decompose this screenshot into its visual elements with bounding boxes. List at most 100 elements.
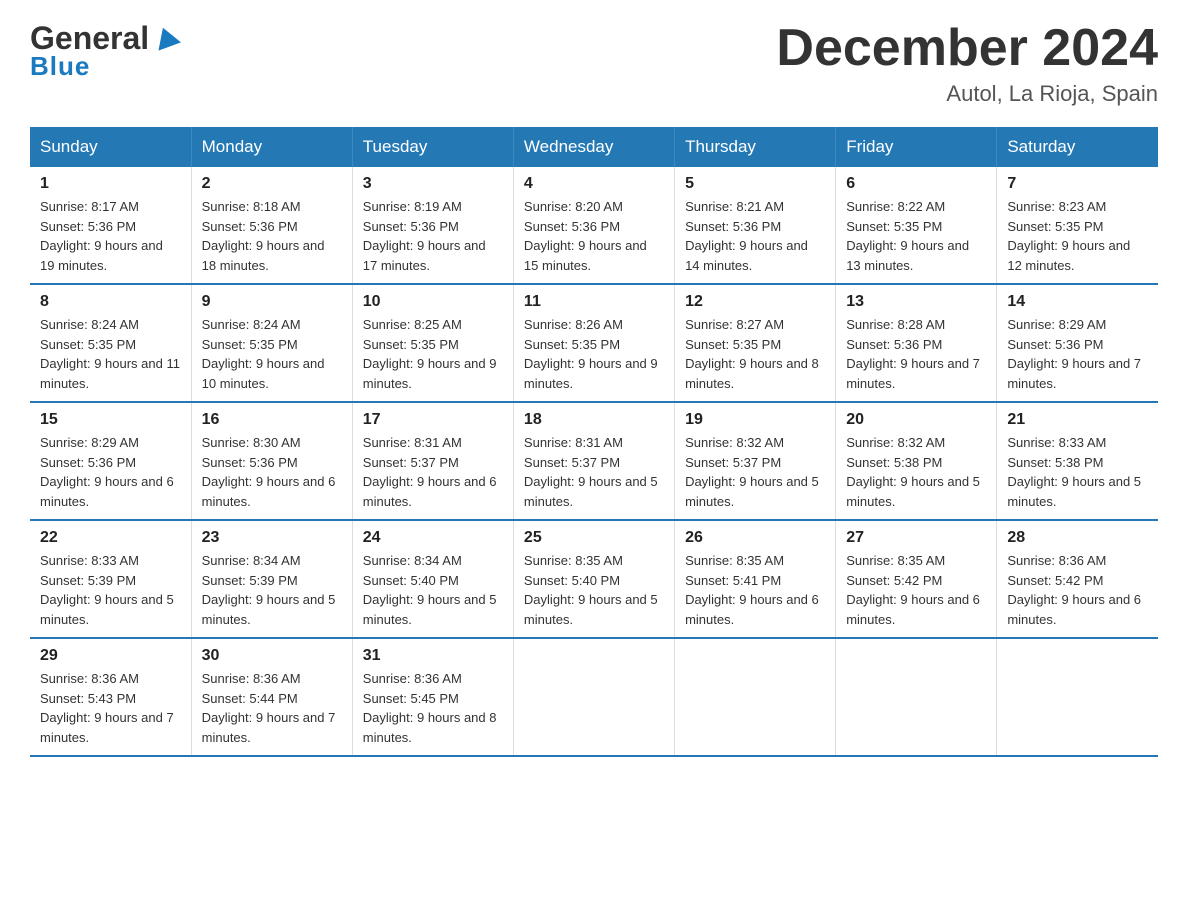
day-number: 14 [1007, 293, 1148, 311]
empty-cell [513, 638, 674, 756]
day-number: 6 [846, 175, 986, 193]
calendar-table: SundayMondayTuesdayWednesdayThursdayFrid… [30, 127, 1158, 757]
calendar-day-4: 4 Sunrise: 8:20 AMSunset: 5:36 PMDayligh… [513, 167, 674, 284]
day-info: Sunrise: 8:34 AMSunset: 5:40 PMDaylight:… [363, 553, 497, 627]
day-number: 5 [685, 175, 825, 193]
day-info: Sunrise: 8:32 AMSunset: 5:38 PMDaylight:… [846, 435, 980, 509]
day-number: 9 [202, 293, 342, 311]
day-number: 22 [40, 529, 181, 547]
calendar-week-4: 22 Sunrise: 8:33 AMSunset: 5:39 PMDaylig… [30, 520, 1158, 638]
day-info: Sunrise: 8:31 AMSunset: 5:37 PMDaylight:… [363, 435, 497, 509]
calendar-day-9: 9 Sunrise: 8:24 AMSunset: 5:35 PMDayligh… [191, 284, 352, 402]
header-thursday: Thursday [675, 127, 836, 167]
calendar-week-2: 8 Sunrise: 8:24 AMSunset: 5:35 PMDayligh… [30, 284, 1158, 402]
day-number: 12 [685, 293, 825, 311]
day-info: Sunrise: 8:29 AMSunset: 5:36 PMDaylight:… [40, 435, 174, 509]
day-number: 13 [846, 293, 986, 311]
header-tuesday: Tuesday [352, 127, 513, 167]
day-info: Sunrise: 8:35 AMSunset: 5:41 PMDaylight:… [685, 553, 819, 627]
calendar-day-22: 22 Sunrise: 8:33 AMSunset: 5:39 PMDaylig… [30, 520, 191, 638]
calendar-day-12: 12 Sunrise: 8:27 AMSunset: 5:35 PMDaylig… [675, 284, 836, 402]
calendar-day-20: 20 Sunrise: 8:32 AMSunset: 5:38 PMDaylig… [836, 402, 997, 520]
empty-cell [675, 638, 836, 756]
day-info: Sunrise: 8:33 AMSunset: 5:39 PMDaylight:… [40, 553, 174, 627]
day-info: Sunrise: 8:35 AMSunset: 5:40 PMDaylight:… [524, 553, 658, 627]
day-number: 29 [40, 647, 181, 665]
day-number: 21 [1007, 411, 1148, 429]
day-info: Sunrise: 8:26 AMSunset: 5:35 PMDaylight:… [524, 317, 658, 391]
day-info: Sunrise: 8:31 AMSunset: 5:37 PMDaylight:… [524, 435, 658, 509]
day-number: 10 [363, 293, 503, 311]
calendar-day-31: 31 Sunrise: 8:36 AMSunset: 5:45 PMDaylig… [352, 638, 513, 756]
calendar-day-11: 11 Sunrise: 8:26 AMSunset: 5:35 PMDaylig… [513, 284, 674, 402]
day-number: 15 [40, 411, 181, 429]
calendar-day-30: 30 Sunrise: 8:36 AMSunset: 5:44 PMDaylig… [191, 638, 352, 756]
calendar-day-14: 14 Sunrise: 8:29 AMSunset: 5:36 PMDaylig… [997, 284, 1158, 402]
day-info: Sunrise: 8:20 AMSunset: 5:36 PMDaylight:… [524, 199, 647, 273]
day-number: 20 [846, 411, 986, 429]
calendar-day-13: 13 Sunrise: 8:28 AMSunset: 5:36 PMDaylig… [836, 284, 997, 402]
day-info: Sunrise: 8:35 AMSunset: 5:42 PMDaylight:… [846, 553, 980, 627]
day-info: Sunrise: 8:36 AMSunset: 5:45 PMDaylight:… [363, 671, 497, 745]
calendar-day-24: 24 Sunrise: 8:34 AMSunset: 5:40 PMDaylig… [352, 520, 513, 638]
empty-cell [836, 638, 997, 756]
calendar-day-15: 15 Sunrise: 8:29 AMSunset: 5:36 PMDaylig… [30, 402, 191, 520]
logo-triangle-icon [153, 25, 181, 53]
day-number: 17 [363, 411, 503, 429]
day-info: Sunrise: 8:21 AMSunset: 5:36 PMDaylight:… [685, 199, 808, 273]
logo: General Blue [30, 20, 181, 82]
day-number: 2 [202, 175, 342, 193]
day-number: 18 [524, 411, 664, 429]
day-info: Sunrise: 8:27 AMSunset: 5:35 PMDaylight:… [685, 317, 819, 391]
header-sunday: Sunday [30, 127, 191, 167]
day-info: Sunrise: 8:28 AMSunset: 5:36 PMDaylight:… [846, 317, 980, 391]
calendar-day-29: 29 Sunrise: 8:36 AMSunset: 5:43 PMDaylig… [30, 638, 191, 756]
calendar-day-5: 5 Sunrise: 8:21 AMSunset: 5:36 PMDayligh… [675, 167, 836, 284]
day-number: 8 [40, 293, 181, 311]
calendar-day-23: 23 Sunrise: 8:34 AMSunset: 5:39 PMDaylig… [191, 520, 352, 638]
calendar-day-21: 21 Sunrise: 8:33 AMSunset: 5:38 PMDaylig… [997, 402, 1158, 520]
day-info: Sunrise: 8:36 AMSunset: 5:44 PMDaylight:… [202, 671, 336, 745]
calendar-week-1: 1 Sunrise: 8:17 AMSunset: 5:36 PMDayligh… [30, 167, 1158, 284]
calendar-day-16: 16 Sunrise: 8:30 AMSunset: 5:36 PMDaylig… [191, 402, 352, 520]
day-info: Sunrise: 8:36 AMSunset: 5:42 PMDaylight:… [1007, 553, 1141, 627]
calendar-title: December 2024 [776, 20, 1158, 77]
day-info: Sunrise: 8:29 AMSunset: 5:36 PMDaylight:… [1007, 317, 1141, 391]
calendar-day-19: 19 Sunrise: 8:32 AMSunset: 5:37 PMDaylig… [675, 402, 836, 520]
day-info: Sunrise: 8:32 AMSunset: 5:37 PMDaylight:… [685, 435, 819, 509]
day-number: 30 [202, 647, 342, 665]
day-info: Sunrise: 8:22 AMSunset: 5:35 PMDaylight:… [846, 199, 969, 273]
calendar-day-18: 18 Sunrise: 8:31 AMSunset: 5:37 PMDaylig… [513, 402, 674, 520]
day-info: Sunrise: 8:24 AMSunset: 5:35 PMDaylight:… [40, 317, 180, 391]
day-number: 31 [363, 647, 503, 665]
day-info: Sunrise: 8:30 AMSunset: 5:36 PMDaylight:… [202, 435, 336, 509]
calendar-day-2: 2 Sunrise: 8:18 AMSunset: 5:36 PMDayligh… [191, 167, 352, 284]
header-friday: Friday [836, 127, 997, 167]
day-number: 26 [685, 529, 825, 547]
day-info: Sunrise: 8:36 AMSunset: 5:43 PMDaylight:… [40, 671, 174, 745]
day-info: Sunrise: 8:25 AMSunset: 5:35 PMDaylight:… [363, 317, 497, 391]
day-info: Sunrise: 8:34 AMSunset: 5:39 PMDaylight:… [202, 553, 336, 627]
day-number: 23 [202, 529, 342, 547]
day-number: 7 [1007, 175, 1148, 193]
day-number: 3 [363, 175, 503, 193]
day-number: 19 [685, 411, 825, 429]
calendar-day-3: 3 Sunrise: 8:19 AMSunset: 5:36 PMDayligh… [352, 167, 513, 284]
title-block: December 2024 Autol, La Rioja, Spain [776, 20, 1158, 107]
calendar-day-27: 27 Sunrise: 8:35 AMSunset: 5:42 PMDaylig… [836, 520, 997, 638]
day-number: 1 [40, 175, 181, 193]
calendar-day-10: 10 Sunrise: 8:25 AMSunset: 5:35 PMDaylig… [352, 284, 513, 402]
day-info: Sunrise: 8:19 AMSunset: 5:36 PMDaylight:… [363, 199, 486, 273]
calendar-day-17: 17 Sunrise: 8:31 AMSunset: 5:37 PMDaylig… [352, 402, 513, 520]
calendar-day-28: 28 Sunrise: 8:36 AMSunset: 5:42 PMDaylig… [997, 520, 1158, 638]
day-number: 28 [1007, 529, 1148, 547]
day-info: Sunrise: 8:18 AMSunset: 5:36 PMDaylight:… [202, 199, 325, 273]
calendar-subtitle: Autol, La Rioja, Spain [776, 81, 1158, 107]
header-wednesday: Wednesday [513, 127, 674, 167]
calendar-week-3: 15 Sunrise: 8:29 AMSunset: 5:36 PMDaylig… [30, 402, 1158, 520]
calendar-day-7: 7 Sunrise: 8:23 AMSunset: 5:35 PMDayligh… [997, 167, 1158, 284]
day-number: 24 [363, 529, 503, 547]
calendar-day-26: 26 Sunrise: 8:35 AMSunset: 5:41 PMDaylig… [675, 520, 836, 638]
day-number: 4 [524, 175, 664, 193]
day-info: Sunrise: 8:23 AMSunset: 5:35 PMDaylight:… [1007, 199, 1130, 273]
